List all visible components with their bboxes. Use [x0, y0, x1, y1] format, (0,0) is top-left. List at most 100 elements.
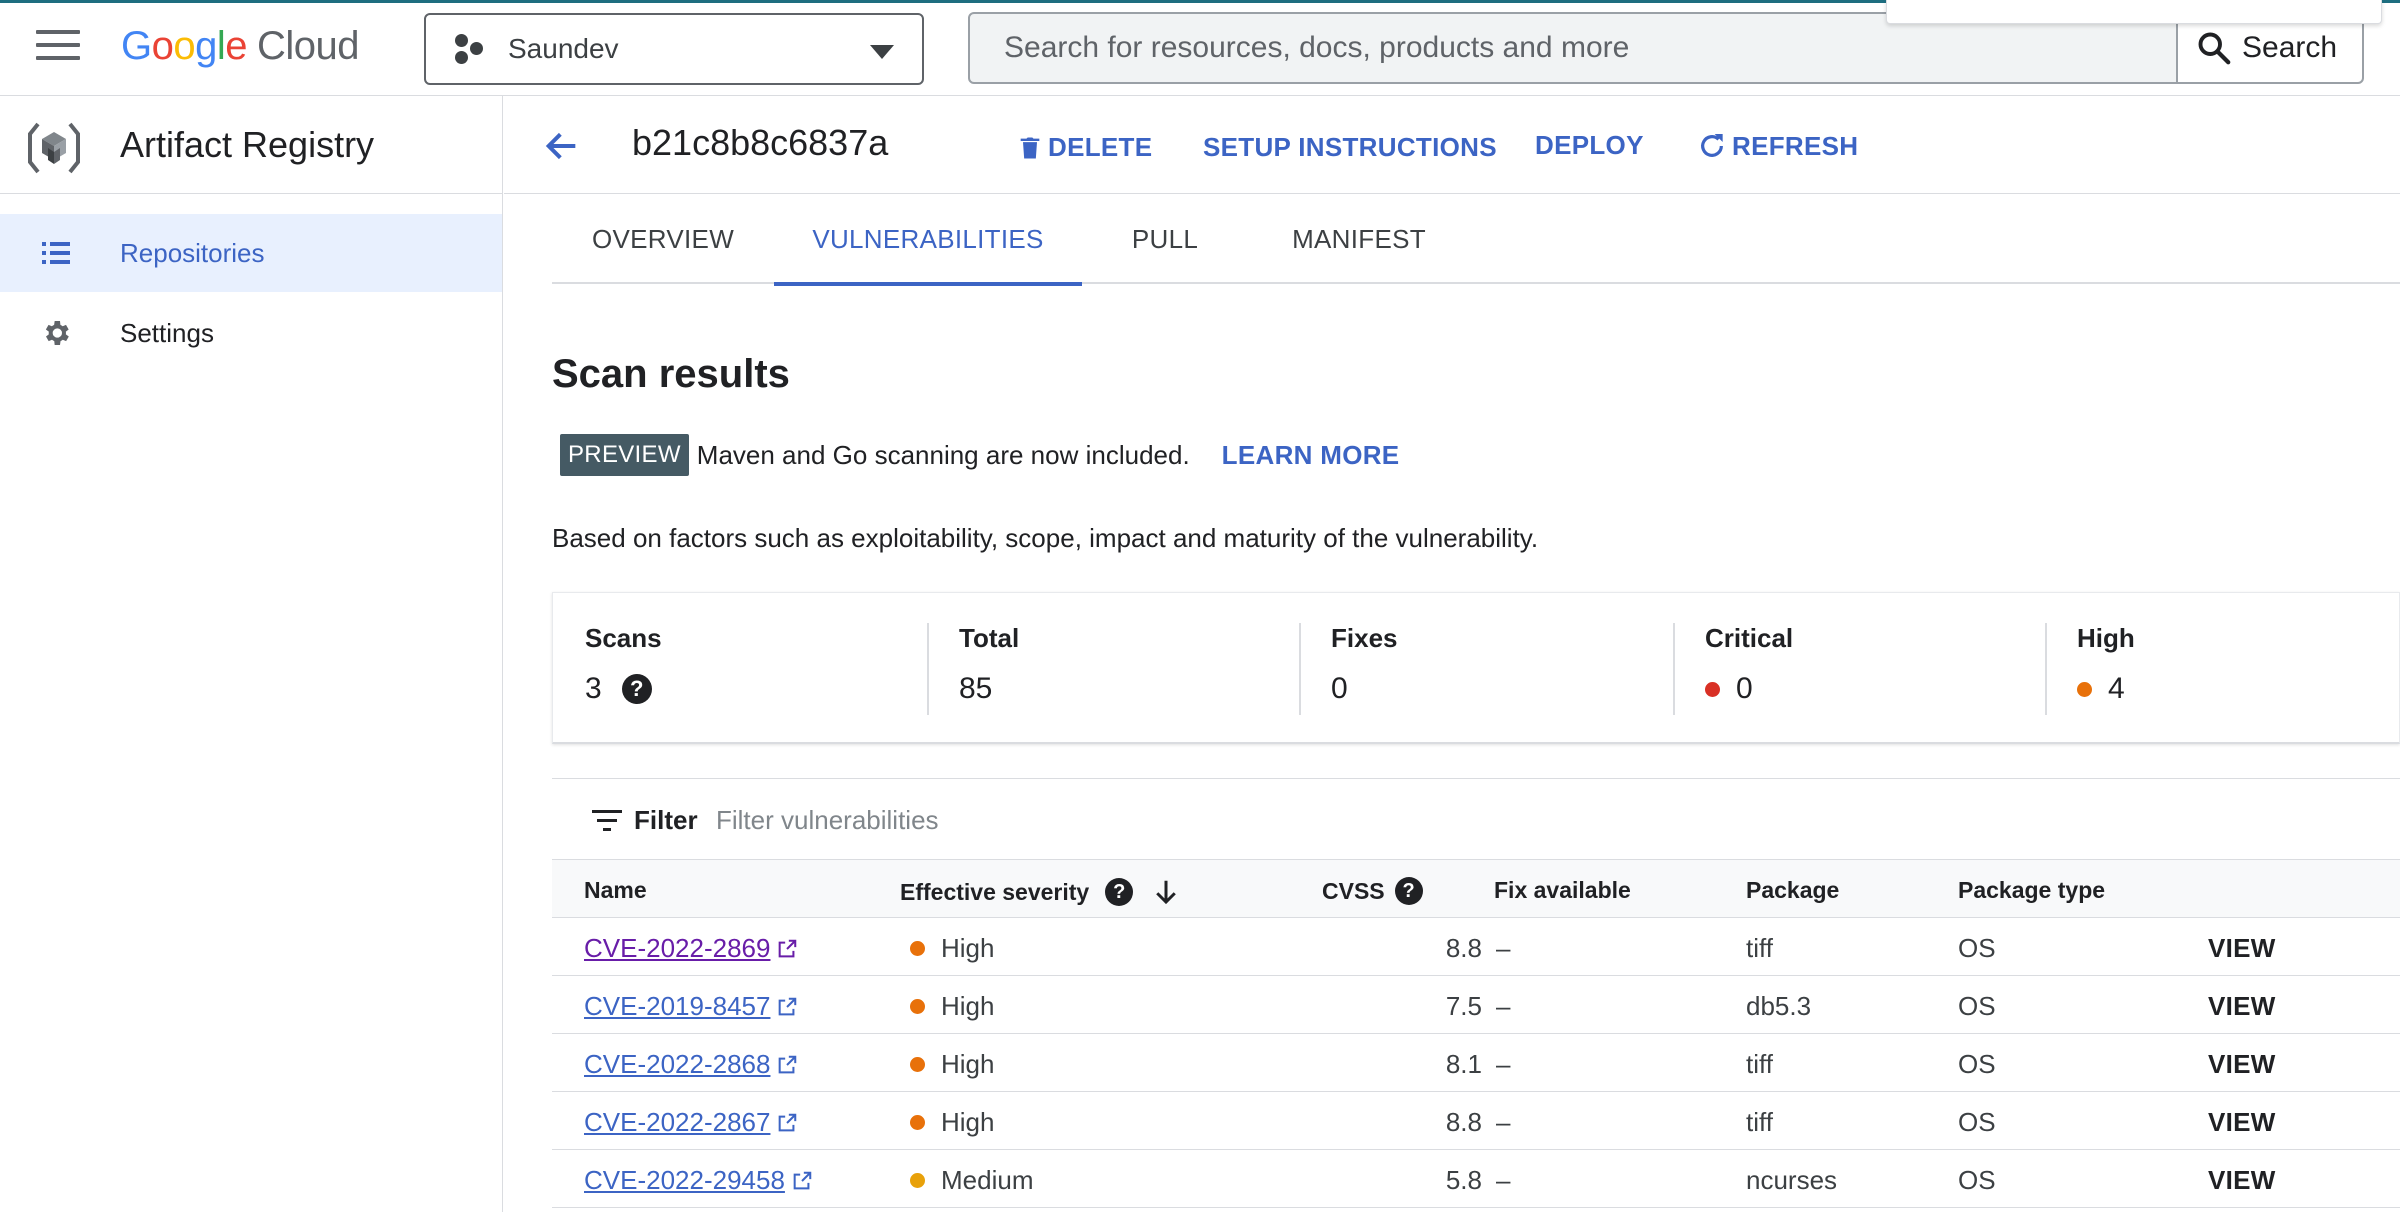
chevron-down-icon	[870, 45, 894, 59]
col-header-package-type[interactable]: Package type	[1958, 877, 2105, 904]
refresh-label: REFRESH	[1732, 130, 1859, 161]
col-header-cvss[interactable]: CVSS ?	[1322, 877, 1423, 905]
sidebar-item-label: Settings	[120, 317, 214, 348]
help-icon[interactable]: ?	[1394, 877, 1423, 905]
col-header-severity[interactable]: Effective severity ?	[900, 877, 1181, 907]
col-header-fix[interactable]: Fix available	[1494, 877, 1631, 904]
fix-value: –	[1496, 1165, 1511, 1195]
divider	[2045, 623, 2047, 715]
search-button[interactable]: Search	[2176, 14, 2362, 82]
view-button[interactable]: VIEW	[2208, 933, 2276, 964]
stat-label: High	[2077, 623, 2135, 653]
fix-value: –	[1496, 991, 1511, 1021]
stat-number: 0	[1331, 672, 1348, 705]
stat-scans: Scans 3 ?	[585, 623, 662, 715]
stat-value: 85	[959, 672, 1019, 706]
col-header-package[interactable]: Package	[1746, 877, 1839, 904]
top-bar: Google Cloud Saundev Search	[0, 0, 2400, 96]
logo-letter: g	[195, 24, 217, 68]
stat-number: 3	[585, 672, 602, 705]
package-value: tiff	[1746, 1049, 1773, 1079]
view-button[interactable]: VIEW	[2208, 1165, 2276, 1196]
sidebar-item-repositories[interactable]: Repositories	[0, 214, 502, 292]
tab-vulnerabilities[interactable]: VULNERABILITIES	[774, 194, 1082, 286]
package-type-value: OS	[1958, 1049, 1996, 1079]
learn-more-link[interactable]: LEARN MORE	[1222, 440, 1400, 471]
view-button[interactable]: VIEW	[2208, 1107, 2276, 1138]
stat-value: 4	[2077, 672, 2135, 706]
severity-cell: High	[910, 991, 994, 1022]
filter-icon[interactable]	[592, 809, 622, 833]
delete-label: DELETE	[1048, 132, 1153, 162]
refresh-icon	[1701, 134, 1723, 157]
medium-dot-icon	[910, 1173, 925, 1188]
logo-letter: G	[121, 24, 152, 68]
search-input[interactable]	[970, 14, 2176, 82]
tab-manifest[interactable]: MANIFEST	[1248, 194, 1470, 284]
critical-dot-icon	[1705, 681, 1720, 697]
stat-number: 85	[959, 672, 993, 705]
hamburger-menu-icon[interactable]	[36, 30, 80, 66]
sidebar-item-settings[interactable]: Settings	[0, 294, 502, 372]
high-dot-icon	[910, 941, 925, 956]
cve-link[interactable]: CVE-2019-8457	[584, 991, 798, 1022]
sidebar-item-label: Repositories	[120, 237, 265, 268]
fix-value: –	[1496, 1049, 1511, 1079]
package-type-value: OS	[1958, 991, 1996, 1021]
divider	[1673, 623, 1675, 715]
logo-cloud-text: Cloud	[257, 24, 360, 68]
setup-instructions-button[interactable]: SETUP INSTRUCTIONS	[1203, 132, 1497, 163]
package-value: ncurses	[1746, 1165, 1838, 1195]
project-name: Saundev	[508, 33, 619, 64]
view-button[interactable]: VIEW	[2208, 991, 2276, 1022]
setup-label: SETUP INSTRUCTIONS	[1203, 132, 1497, 162]
divider	[927, 623, 929, 715]
project-picker[interactable]: Saundev	[424, 13, 924, 85]
cve-link[interactable]: CVE-2022-2869	[584, 933, 798, 964]
tab-pull[interactable]: PULL	[1082, 194, 1248, 284]
section-title: Scan results	[552, 352, 790, 396]
package-type-value: OS	[1958, 933, 1996, 963]
help-icon[interactable]: ?	[1105, 878, 1134, 906]
external-link-icon	[779, 1055, 797, 1073]
google-cloud-logo[interactable]: Google Cloud	[121, 22, 360, 70]
cve-link[interactable]: CVE-2022-29458	[584, 1165, 813, 1196]
filter-label[interactable]: Filter	[634, 805, 698, 836]
severity-label: High	[941, 1049, 995, 1079]
filter-bar: Filter	[552, 778, 2400, 860]
view-button[interactable]: VIEW	[2208, 1049, 2276, 1080]
high-dot-icon	[910, 1115, 925, 1130]
cvss-value: 8.8	[1445, 1107, 1482, 1137]
external-link-icon	[779, 997, 797, 1015]
col-header-name[interactable]: Name	[584, 877, 647, 904]
arrow-down-icon[interactable]	[1151, 877, 1181, 907]
tab-overview[interactable]: OVERVIEW	[552, 194, 774, 284]
corner-popup	[1886, 0, 2382, 24]
cve-id: CVE-2022-2869	[584, 933, 771, 963]
table-row: CVE-2022-2868 High 8.1 – tiff OS VIEW	[552, 1034, 2400, 1092]
search-button-label: Search	[2242, 31, 2338, 64]
external-link-icon	[779, 1113, 797, 1131]
help-icon[interactable]: ?	[621, 674, 652, 704]
deploy-button[interactable]: DEPLOY	[1535, 130, 1644, 161]
fix-value: –	[1496, 1107, 1511, 1137]
package-value: tiff	[1746, 1107, 1773, 1137]
preview-text: Maven and Go scanning are now included.	[696, 439, 1190, 470]
page-title: b21c8b8c6837a	[632, 122, 889, 163]
cve-link[interactable]: CVE-2022-2868	[584, 1049, 798, 1080]
cve-link[interactable]: CVE-2022-2867	[584, 1107, 798, 1138]
logo-letter: l	[216, 24, 226, 68]
search-icon	[2198, 32, 2231, 65]
stat-value: 0	[1331, 672, 1398, 706]
high-dot-icon	[910, 1057, 925, 1072]
delete-button[interactable]: DELETE	[1016, 132, 1152, 163]
col-header-label: CVSS	[1322, 877, 1385, 904]
severity-cell: High	[910, 1107, 994, 1138]
refresh-button[interactable]: REFRESH	[1696, 130, 1858, 162]
description-text: Based on factors such as exploitability,…	[552, 523, 1539, 553]
stat-value: 0	[1705, 672, 1793, 706]
package-type-value: OS	[1958, 1165, 1996, 1195]
stat-total: Total 85	[959, 623, 1019, 715]
filter-input[interactable]	[716, 801, 1516, 839]
back-arrow-icon[interactable]	[542, 126, 582, 166]
